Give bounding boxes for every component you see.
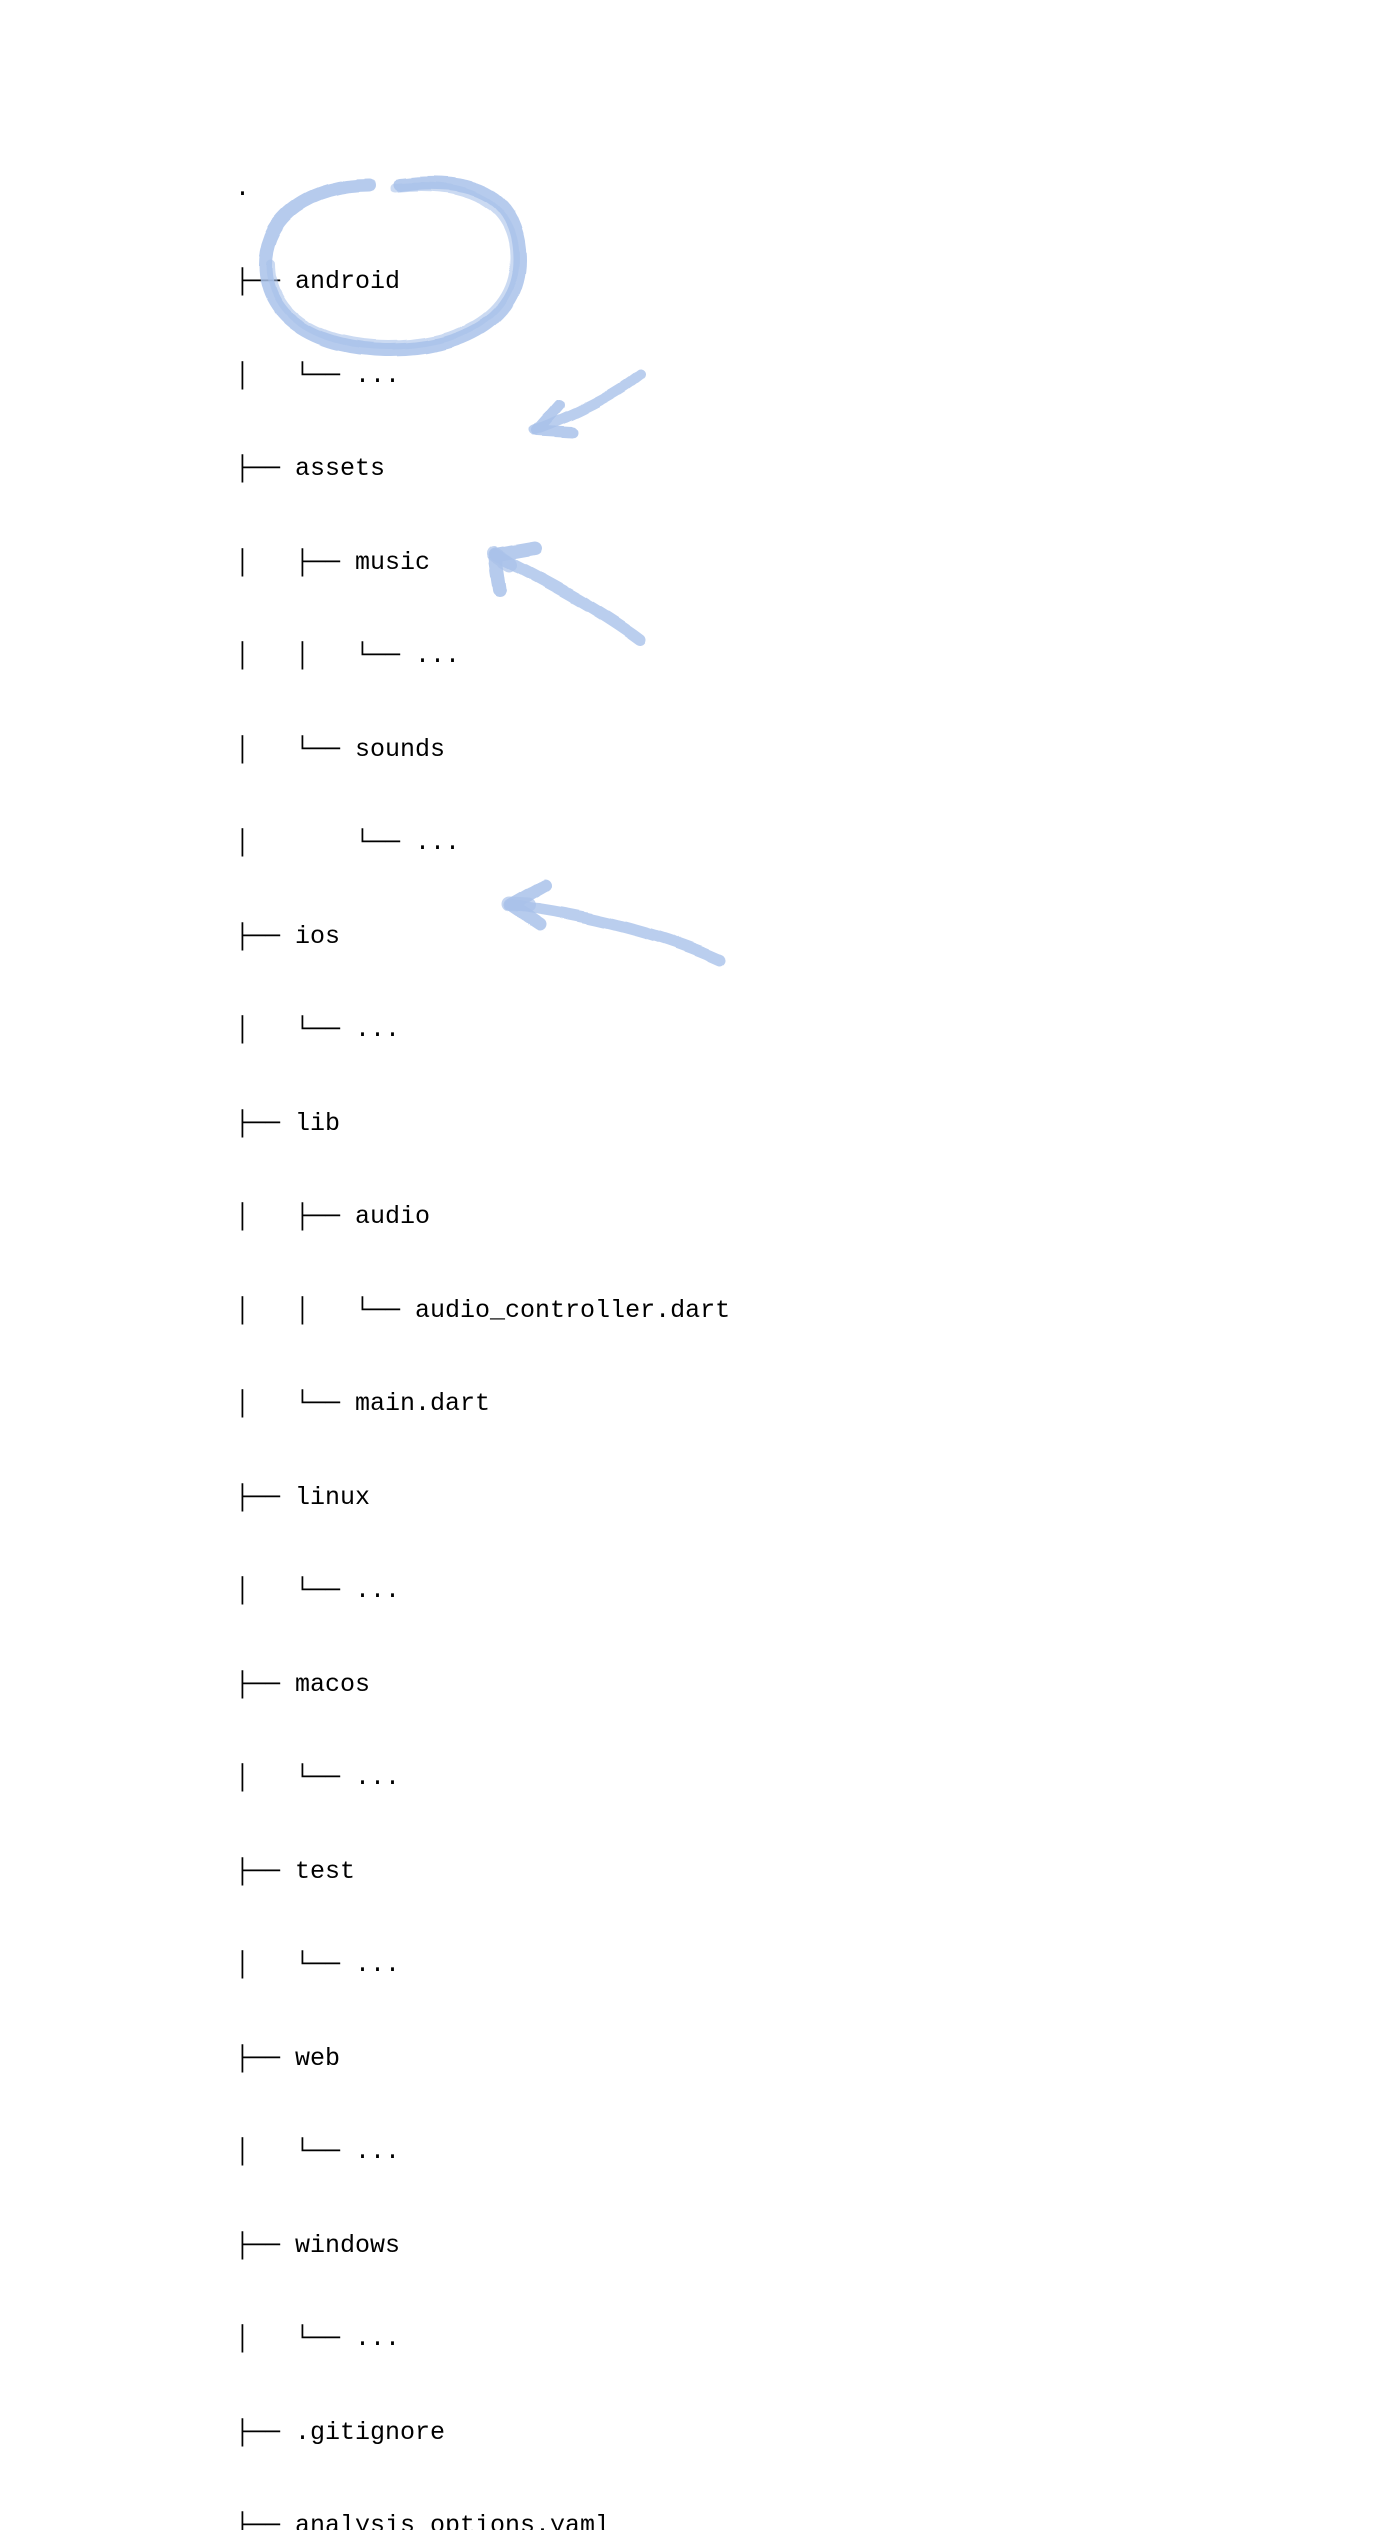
tree-line: │ ├── audio xyxy=(235,1201,730,1232)
tree-line: │ └── ... xyxy=(235,2323,730,2354)
tree-line: │ └── ... xyxy=(235,360,730,391)
tree-line: │ └── ... xyxy=(235,2136,730,2167)
tree-line: ├── assets xyxy=(235,453,730,484)
tree-line: ├── analysis_options.yaml xyxy=(235,2510,730,2530)
tree-line: │ └── ... xyxy=(235,1014,730,1045)
tree-line: │ │ └── ... xyxy=(235,640,730,671)
tree-line: │ ├── music xyxy=(235,547,730,578)
tree-line: │ └── ... xyxy=(235,827,730,858)
tree-line: ├── lib xyxy=(235,1108,730,1139)
tree-line: ├── linux xyxy=(235,1482,730,1513)
tree-line: │ │ └── audio_controller.dart xyxy=(235,1295,730,1326)
tree-line: │ └── main.dart xyxy=(235,1388,730,1419)
tree-line: │ └── ... xyxy=(235,1575,730,1606)
tree-line: ├── ios xyxy=(235,921,730,952)
tree-line: . xyxy=(235,173,730,204)
tree-line: ├── .gitignore xyxy=(235,2417,730,2448)
tree-line: ├── test xyxy=(235,1856,730,1887)
tree-line: │ └── ... xyxy=(235,1949,730,1980)
tree-line: │ └── ... xyxy=(235,1762,730,1793)
directory-tree: . ├── android │ └── ... ├── assets │ ├──… xyxy=(235,110,730,2530)
tree-line: │ └── sounds xyxy=(235,734,730,765)
tree-line: ├── windows xyxy=(235,2230,730,2261)
tree-line: ├── macos xyxy=(235,1669,730,1700)
tree-line: ├── android xyxy=(235,266,730,297)
tree-line: ├── web xyxy=(235,2043,730,2074)
